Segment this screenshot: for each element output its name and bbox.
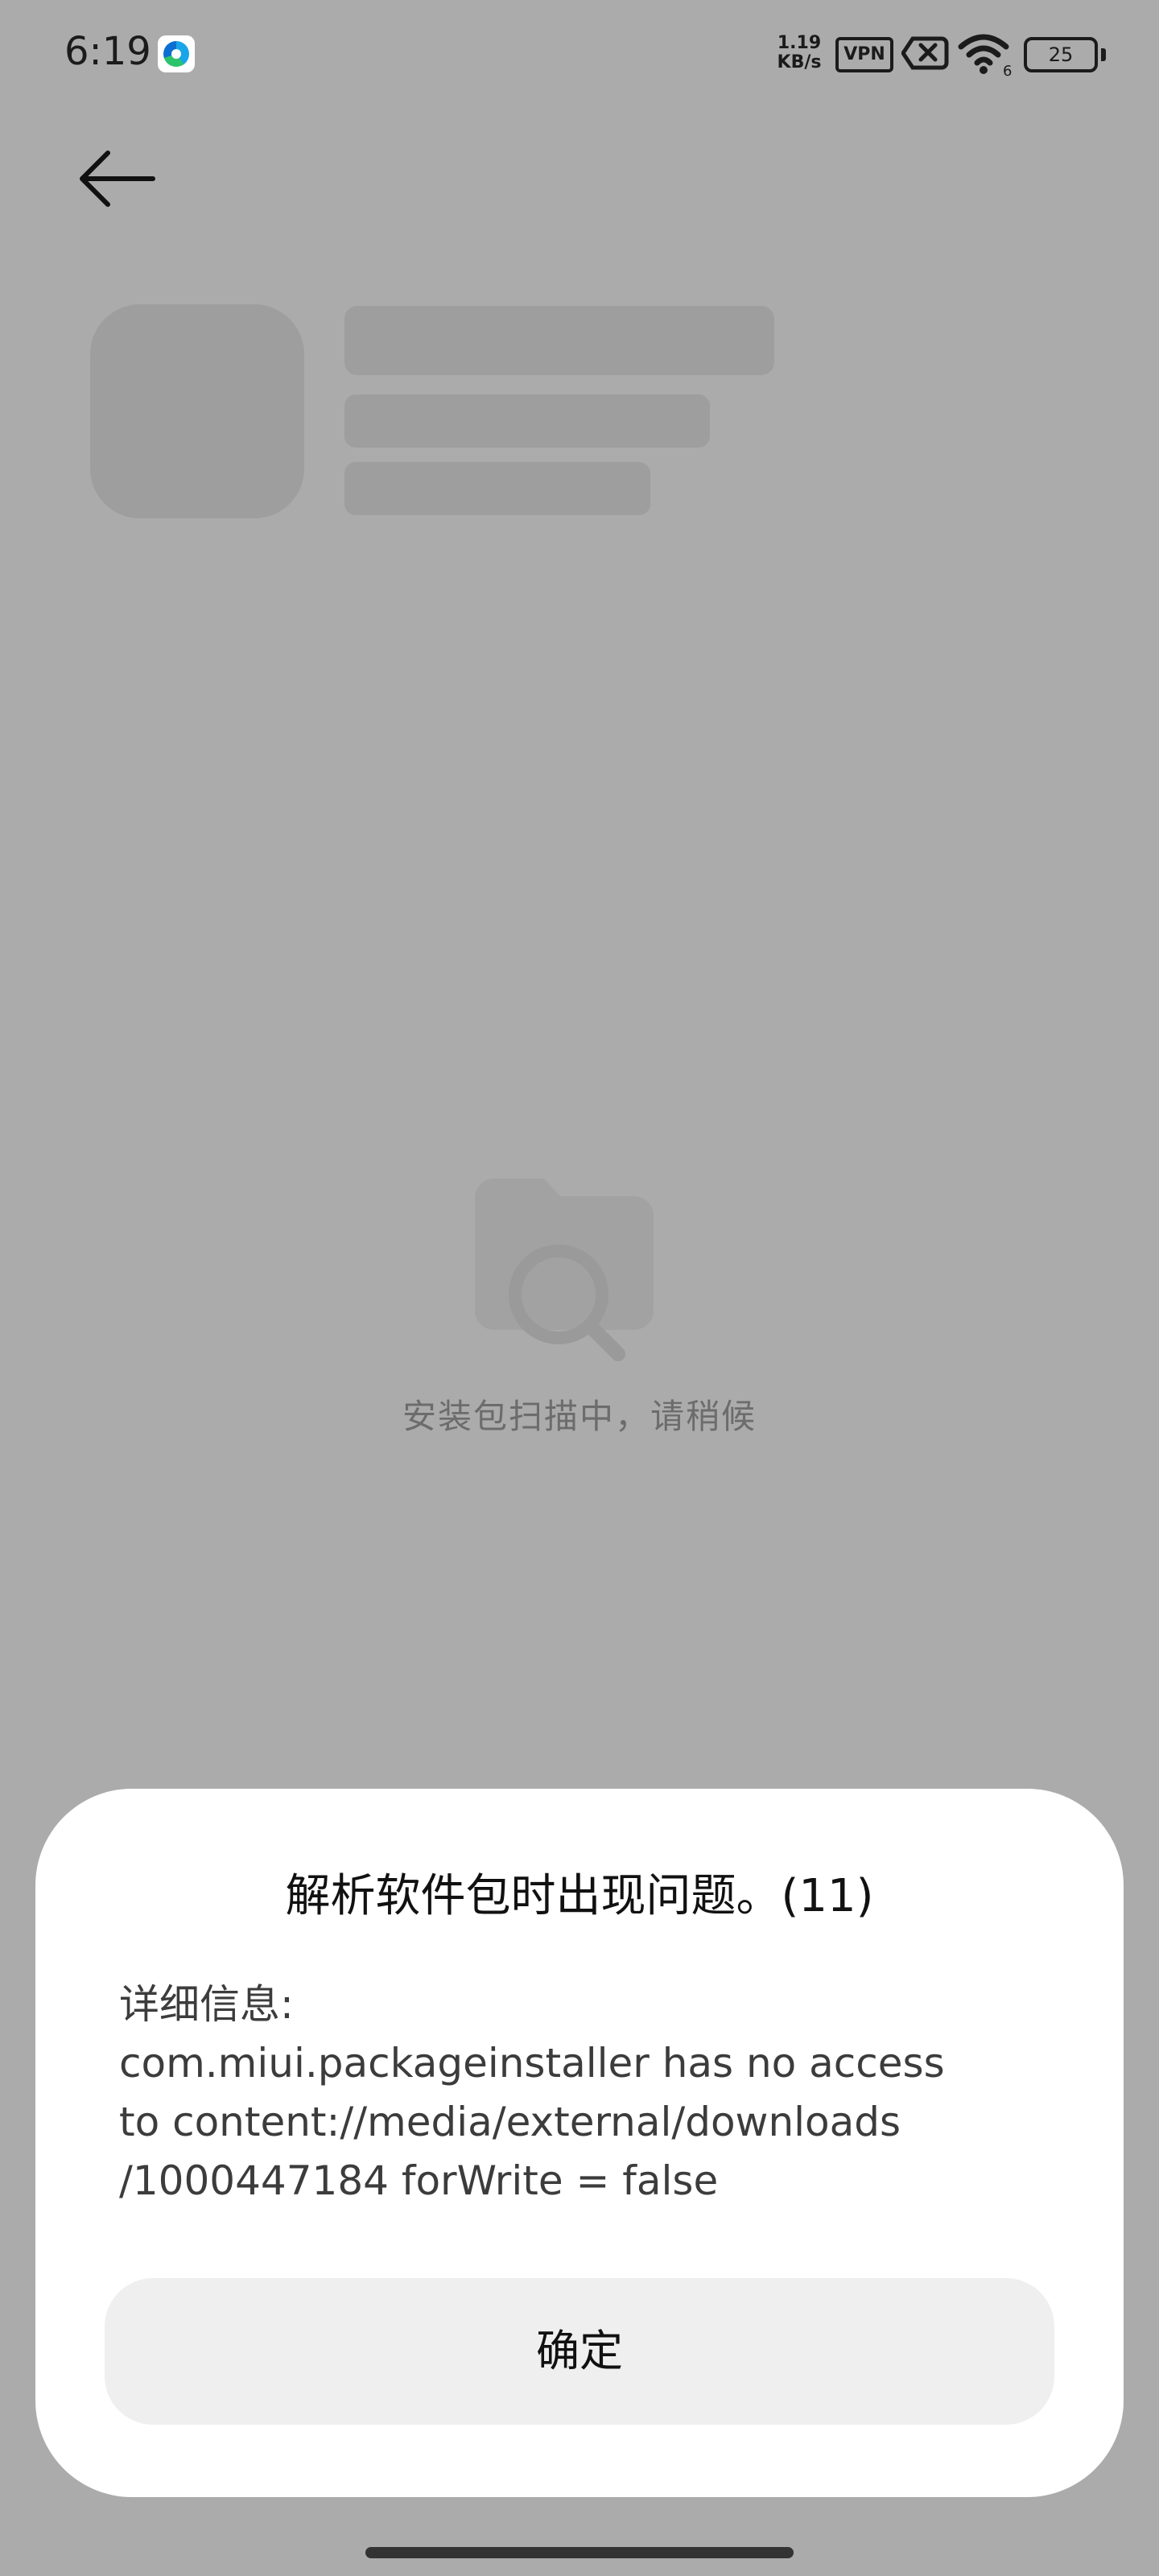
detail-line: /1000447184 forWrite = false xyxy=(119,2157,719,2204)
vpn-icon: VPN xyxy=(835,37,893,72)
status-time: 6:19 xyxy=(64,29,151,74)
app-icon-placeholder xyxy=(90,304,304,518)
network-speed: 1.19 KB/s xyxy=(771,34,827,72)
network-speed-value: 1.19 xyxy=(777,33,822,53)
error-dialog: 解析软件包时出现问题。(11) 详细信息: com.miui.packagein… xyxy=(35,1789,1124,2497)
app-name-placeholder xyxy=(344,306,774,375)
detail-line: to content://media/external/downloads xyxy=(119,2099,901,2145)
wifi-label: 6 xyxy=(1003,63,1012,77)
battery-icon: 25 xyxy=(1024,37,1106,72)
detail-line: 详细信息: xyxy=(119,1981,294,2028)
network-speed-unit: KB/s xyxy=(777,52,822,72)
scan-status-text: 安装包扫描中，请稍候 xyxy=(402,1397,757,1436)
home-indicator[interactable] xyxy=(365,2547,794,2558)
confirm-button[interactable]: 确定 xyxy=(105,2278,1054,2425)
detail-line: com.miui.packageinstaller has no access xyxy=(119,2040,945,2087)
edge-browser-icon xyxy=(158,35,195,72)
dialog-detail: 详细信息: com.miui.packageinstaller has no a… xyxy=(119,1975,1045,2211)
status-bar: 6:19 1.19 KB/s VPN 6 25 xyxy=(0,0,1159,113)
back-arrow-icon[interactable] xyxy=(72,145,163,213)
folder-search-icon xyxy=(475,1179,654,1361)
app-info-placeholder xyxy=(344,394,710,448)
wifi-icon: 6 xyxy=(958,34,1012,77)
app-version-placeholder xyxy=(344,462,650,515)
sim-off-icon xyxy=(901,36,949,70)
dialog-title: 解析软件包时出现问题。(11) xyxy=(285,1870,874,1922)
